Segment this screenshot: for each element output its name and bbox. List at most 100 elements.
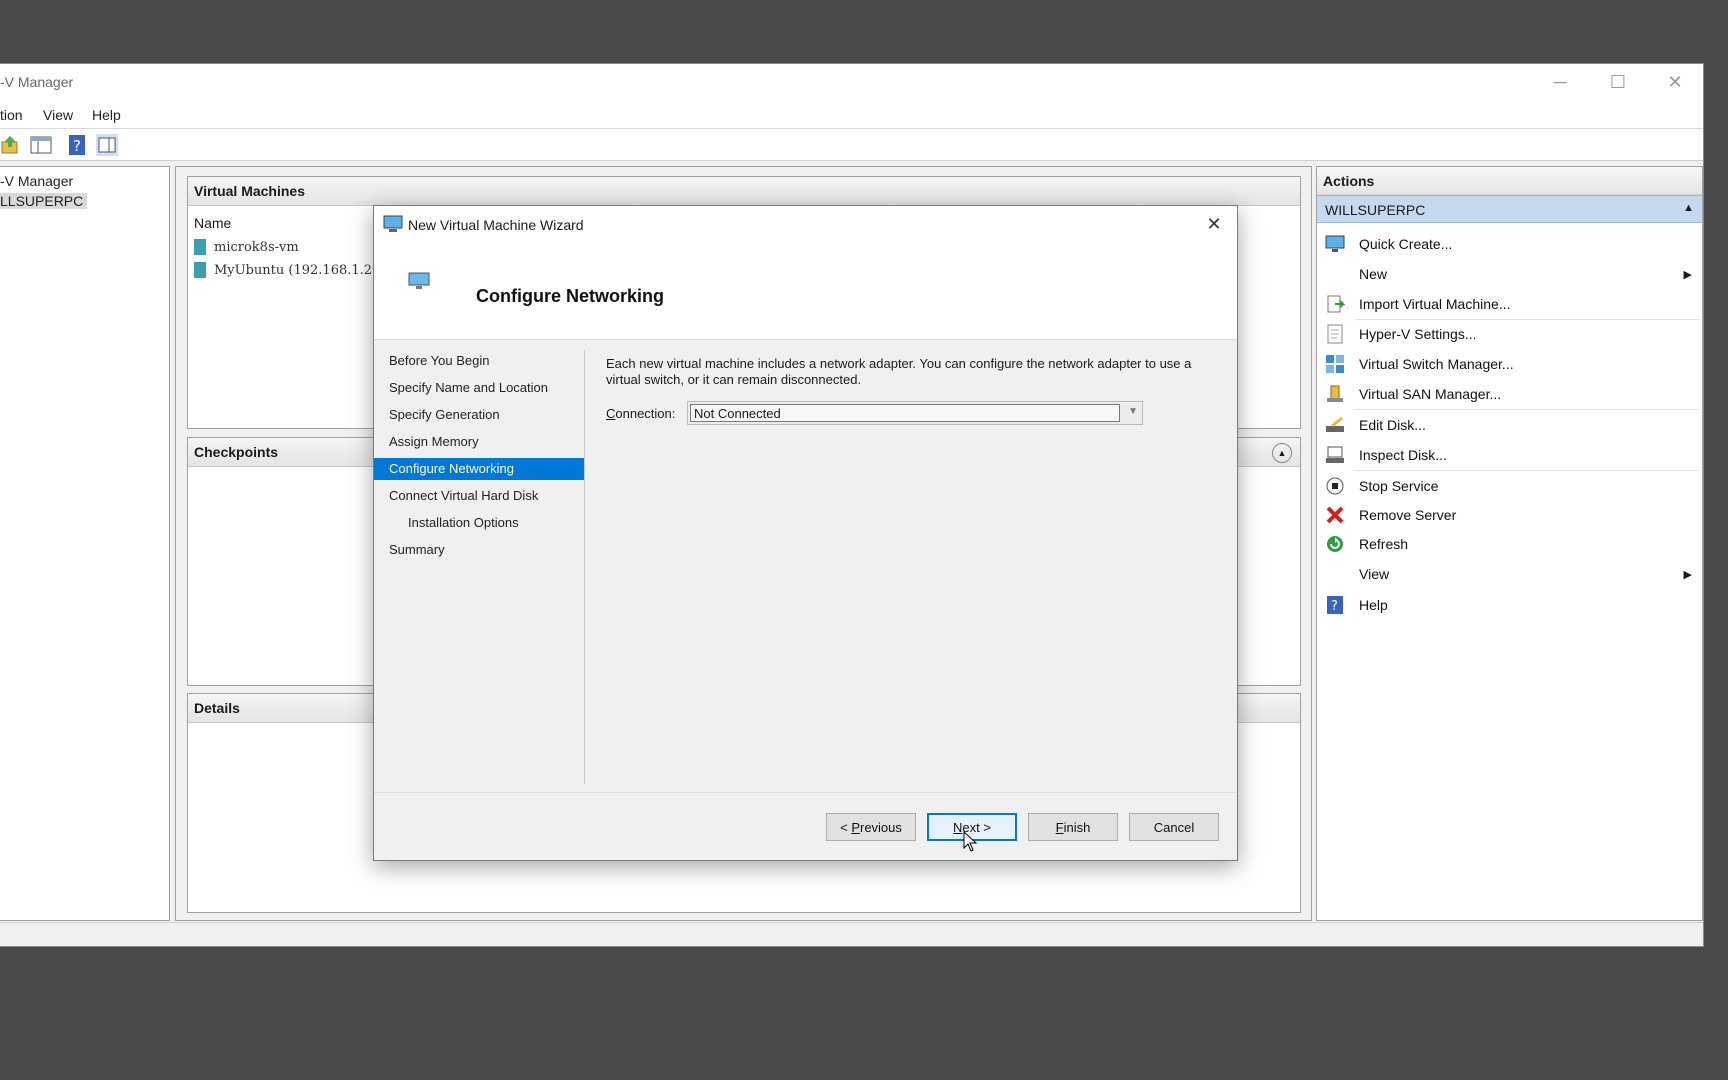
action-label: Virtual Switch Manager... <box>1359 356 1514 372</box>
action-hyperv-settings[interactable]: Hyper-V Settings... <box>1317 319 1702 349</box>
help-icon: ? <box>1325 595 1345 615</box>
action-virtual-switch-manager[interactable]: Virtual Switch Manager... <box>1317 349 1702 379</box>
vm-name: microk8s-vm <box>214 239 299 255</box>
step-configure-networking[interactable]: Configure Networking <box>374 458 584 480</box>
action-label: Refresh <box>1359 536 1409 552</box>
action-label: Quick Create... <box>1359 236 1453 252</box>
svg-text:?: ? <box>1331 599 1338 614</box>
action-label: Edit Disk... <box>1359 417 1426 433</box>
collapse-up-icon[interactable]: ▲ <box>1683 202 1694 214</box>
server-group-label: WILLSUPERPC <box>1325 202 1426 218</box>
menu-help[interactable]: Help <box>92 107 121 123</box>
step-installation-options[interactable]: Installation Options <box>374 512 584 534</box>
footer-separator <box>374 792 1237 793</box>
step-assign-memory[interactable]: Assign Memory <box>374 431 584 453</box>
actions-group-header[interactable]: WILLSUPERPC ▲ <box>1317 195 1702 223</box>
actions-pane: Actions WILLSUPERPC ▲ Quick Create... Ne… <box>1316 166 1703 921</box>
action-label: New <box>1359 266 1388 282</box>
help-toolbar-icon[interactable]: ? <box>66 134 88 156</box>
action-virtual-san-manager[interactable]: Virtual SAN Manager... <box>1317 379 1702 409</box>
action-label: Stop Service <box>1359 478 1439 494</box>
san-icon <box>1325 384 1345 404</box>
previous-button[interactable]: < Previous <box>826 813 916 841</box>
up-folder-icon[interactable] <box>0 134 22 156</box>
dialog-title: New Virtual Machine Wizard <box>408 217 584 233</box>
collapse-icon[interactable]: ▲ <box>1272 443 1292 463</box>
previous-prefix: < <box>840 819 852 835</box>
step-specify-name-location[interactable]: Specify Name and Location <box>374 377 584 399</box>
step-summary[interactable]: Summary <box>374 539 584 561</box>
settings-doc-icon <box>1325 324 1345 344</box>
action-label: Remove Server <box>1359 507 1457 523</box>
action-label: View <box>1359 566 1390 582</box>
name-column-header[interactable]: Name <box>194 215 231 231</box>
networking-description: Each new virtual machine includes a netw… <box>606 356 1192 387</box>
virtual-machines-title: Virtual Machines <box>188 177 1300 206</box>
dialog-close-button[interactable]: ✕ <box>1199 211 1229 237</box>
finish-accel: F <box>1055 819 1064 835</box>
monitor-icon <box>1325 234 1345 254</box>
action-view[interactable]: View ▶ <box>1317 559 1702 589</box>
maximize-button[interactable]: ☐ <box>1590 64 1646 101</box>
show-hide-action-pane-icon[interactable] <box>96 134 118 156</box>
import-icon <box>1325 294 1345 314</box>
menu-action[interactable]: tion <box>0 107 23 123</box>
tree-server-node[interactable]: LLSUPERPC <box>0 193 88 209</box>
action-inspect-disk[interactable]: Inspect Disk... <box>1317 440 1702 470</box>
action-stop-service[interactable]: Stop Service <box>1317 471 1702 501</box>
dialog-header: Configure Networking <box>374 242 1237 340</box>
step-before-you-begin[interactable]: Before You Begin <box>374 350 584 372</box>
refresh-icon <box>1325 534 1345 554</box>
connection-label-accel: C <box>606 406 616 421</box>
svg-text:?: ? <box>73 137 81 155</box>
submenu-arrow-icon: ▶ <box>1683 268 1692 281</box>
action-new[interactable]: New ▶ <box>1317 259 1702 289</box>
networking-icon <box>408 272 430 293</box>
step-connect-virtual-hard-disk[interactable]: Connect Virtual Hard Disk <box>374 485 584 507</box>
finish-rest: inish <box>1063 819 1091 835</box>
blank-icon <box>1325 564 1345 584</box>
vm-icon <box>194 262 206 278</box>
tree-root-hyperv-manager[interactable]: -V Manager <box>0 173 73 189</box>
previous-rest: revious <box>859 819 902 835</box>
menu-view[interactable]: View <box>43 107 73 123</box>
steps-divider <box>584 350 585 784</box>
remove-icon <box>1325 505 1345 525</box>
previous-accel: P <box>851 819 860 835</box>
title-bar: -V Manager ─ ☐ ✕ <box>0 64 1703 101</box>
action-label: Inspect Disk... <box>1359 447 1447 463</box>
minimize-button[interactable]: ─ <box>1532 64 1588 101</box>
navigation-tree: -V Manager LLSUPERPC <box>0 166 170 921</box>
action-import-vm[interactable]: Import Virtual Machine... <box>1317 289 1702 319</box>
vm-icon <box>194 239 206 255</box>
submenu-arrow-icon: ▶ <box>1683 568 1692 581</box>
action-quick-create[interactable]: Quick Create... <box>1317 229 1702 259</box>
wizard-icon <box>383 215 403 236</box>
menu-bar: tion View Help <box>0 101 1703 129</box>
action-label: Import Virtual Machine... <box>1359 296 1511 312</box>
connection-label-text: onnection: <box>615 406 676 421</box>
connection-dropdown[interactable]: Not Connected ▼ <box>687 401 1143 425</box>
action-refresh[interactable]: Refresh <box>1317 529 1702 559</box>
action-label: Help <box>1359 597 1388 613</box>
show-hide-tree-icon[interactable] <box>30 134 52 156</box>
new-vm-wizard-dialog: New Virtual Machine Wizard ✕ Configure N… <box>373 205 1238 861</box>
switch-icon <box>1325 354 1345 374</box>
action-label: Hyper-V Settings... <box>1359 326 1477 342</box>
action-help[interactable]: ? Help <box>1317 590 1702 620</box>
window-title: -V Manager <box>0 74 74 90</box>
action-remove-server[interactable]: Remove Server <box>1317 500 1702 530</box>
vm-name: MyUbuntu (192.168.1.201) <box>214 262 394 278</box>
next-accel: N <box>953 819 963 835</box>
action-edit-disk[interactable]: Edit Disk... <box>1317 410 1702 440</box>
close-button[interactable]: ✕ <box>1647 64 1703 101</box>
connection-value: Not Connected <box>690 404 1120 422</box>
inspect-disk-icon <box>1325 445 1345 465</box>
dialog-heading: Configure Networking <box>476 286 664 306</box>
vm-row[interactable]: microk8s-vm <box>194 239 299 255</box>
chevron-down-icon[interactable]: ▼ <box>1128 406 1138 417</box>
vm-row[interactable]: MyUbuntu (192.168.1.201) <box>194 262 394 278</box>
finish-button[interactable]: Finish <box>1028 813 1118 841</box>
cancel-button[interactable]: Cancel <box>1129 813 1219 841</box>
step-specify-generation[interactable]: Specify Generation <box>374 404 584 426</box>
